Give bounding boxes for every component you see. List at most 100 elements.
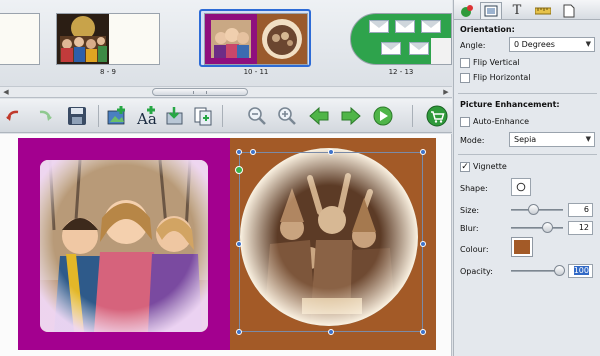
thumbnail-photo [205,14,257,64]
selection-frame[interactable] [239,152,423,332]
thumbnail-page-edge [431,38,451,64]
resize-handle[interactable] [236,149,242,155]
envelope-icon [369,20,389,33]
envelope-icon [421,20,441,33]
undo-button[interactable] [2,103,28,129]
panel-tabs: T [454,0,600,20]
angle-dropdown[interactable]: 0 Degrees ▼ [509,37,595,52]
play-button[interactable] [370,103,396,129]
resize-handle[interactable] [420,329,426,335]
colour-swatch[interactable] [511,237,533,257]
flip-horizontal-checkbox[interactable] [460,73,470,83]
opacity-slider-thumb[interactable] [554,265,565,276]
blur-slider-track[interactable] [511,227,563,229]
effects-tab[interactable] [456,2,478,19]
flip-vertical-label: Flip Vertical [473,58,520,67]
resize-handle[interactable] [420,241,426,247]
auto-enhance-label: Auto-Enhance [473,117,530,126]
orientation-title: Orientation: [460,25,515,34]
page-tab[interactable] [558,2,580,19]
thumbnail-pages-8-9[interactable] [56,13,160,65]
import-icon [166,107,183,125]
blur-input[interactable]: 12 [568,221,593,235]
mode-value: Sepia [514,135,537,144]
rotate-handle[interactable] [235,166,243,174]
resize-handle[interactable] [236,329,242,335]
redo-icon [39,110,52,121]
toolbar-separator [222,105,223,127]
resize-handle[interactable] [236,241,242,247]
zoom-in-button[interactable] [274,103,300,129]
page-canvas[interactable] [0,134,452,356]
play-icon [373,106,393,126]
children-photo [40,160,208,332]
panel-divider [458,93,597,94]
size-label: Size: [460,206,480,215]
save-icon [68,107,86,125]
shape-button[interactable] [511,178,531,196]
envelope-icon [381,42,401,55]
enhancement-title: Picture Enhancement: [460,100,560,109]
vignette-checkbox[interactable]: ✓ [460,162,470,172]
left-page[interactable] [18,138,230,350]
resize-handle[interactable] [420,149,426,155]
add-text-button[interactable]: Aa [134,103,160,129]
mode-dropdown[interactable]: Sepia ▼ [509,132,595,147]
blur-slider-thumb[interactable] [542,222,553,233]
angle-value: 0 Degrees [514,40,555,49]
thumbnail-partial-left[interactable] [0,13,40,65]
cart-button[interactable] [424,103,450,129]
opacity-label: Opacity: [460,267,493,276]
resize-handle[interactable] [250,149,256,155]
resize-handle[interactable] [328,149,334,155]
circle-shape-icon [516,182,526,192]
forward-arrow-icon [341,106,361,126]
main-toolbar: Aa [0,99,452,133]
chevron-down-icon: ▼ [585,135,591,143]
vignette-label: Vignette [473,162,507,171]
text-icon: T [512,3,522,18]
add-text-icon: Aa [136,106,157,127]
scroll-right-icon[interactable]: ▶ [441,87,451,97]
auto-enhance-checkbox[interactable] [460,117,470,127]
toolbar-separator [98,105,99,127]
add-photo-icon [107,106,125,125]
text-tab[interactable]: T [506,2,528,19]
shape-label: Shape: [460,184,488,193]
thumbnail-photo [257,14,307,64]
flip-vertical-checkbox[interactable] [460,58,470,68]
size-input[interactable]: 6 [568,203,593,217]
redo-button[interactable] [30,103,56,129]
thumbnail-label: 10 - 11 [243,68,269,76]
envelope-icon [409,42,429,55]
ruler-tab[interactable] [532,2,554,19]
zoom-out-button[interactable] [244,103,270,129]
copy-page-button[interactable] [190,103,216,129]
opacity-value: 100 [573,266,589,275]
scroll-left-icon[interactable]: ◀ [1,87,11,97]
forward-button[interactable] [338,103,364,129]
envelope-icon [395,20,415,33]
zoom-in-icon [278,107,296,125]
properties-panel: T Orientation: Angle: 0 Degrees ▼ Flip V… [453,0,600,356]
save-button[interactable] [64,103,90,129]
scrollbar-thumb[interactable] [152,88,248,96]
effects-icon [461,4,473,17]
thumbnail-pages-12-13[interactable] [350,13,452,65]
ruler-icon [535,7,551,14]
page-thumbnail-strip: 8 - 9 10 - 11 12 - 13 ◀ ▶ [0,0,452,98]
thumbnail-pages-10-11[interactable] [204,13,308,65]
import-button[interactable] [162,103,188,129]
thumbnail-scrollbar[interactable]: ◀ ▶ [0,86,452,97]
size-slider-thumb[interactable] [528,204,539,215]
opacity-input[interactable]: 100 [568,264,593,278]
frame-tab[interactable] [480,2,502,19]
left-photo-children[interactable] [40,160,208,332]
add-photo-button[interactable] [104,103,130,129]
mode-label: Mode: [460,136,485,145]
resize-handle[interactable] [328,329,334,335]
back-button[interactable] [306,103,332,129]
angle-label: Angle: [460,41,486,50]
undo-icon [6,110,19,121]
blur-label: Blur: [460,224,479,233]
